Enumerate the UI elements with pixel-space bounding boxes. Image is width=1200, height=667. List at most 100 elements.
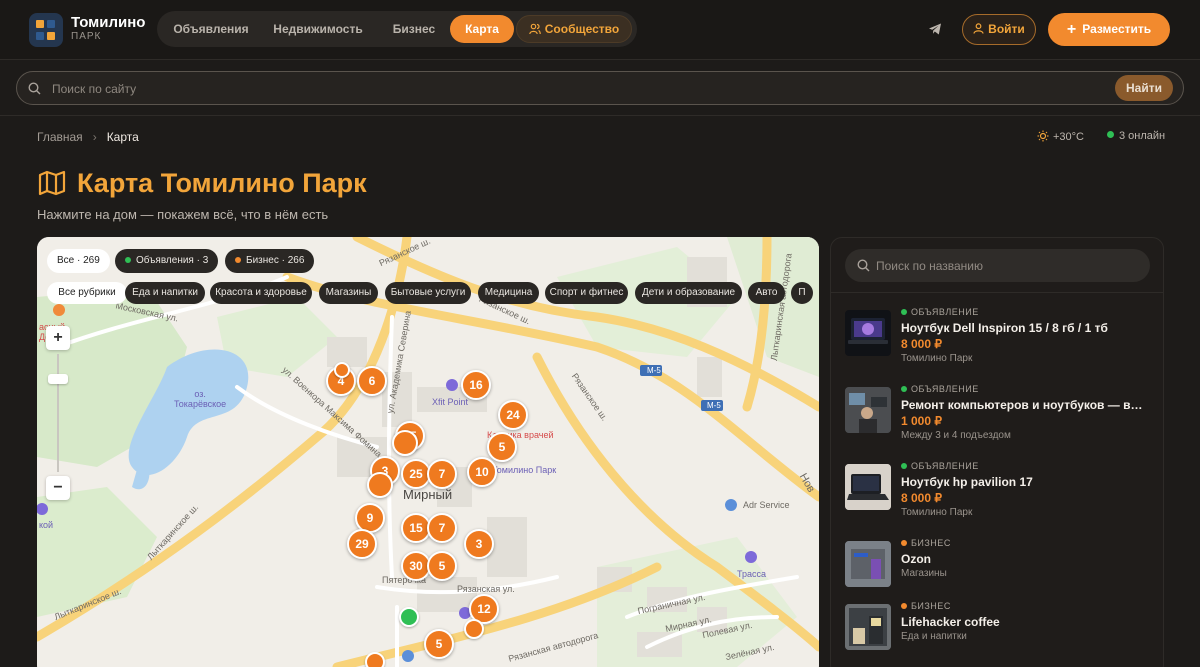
- login-button[interactable]: Войти: [962, 14, 1036, 45]
- map-cluster[interactable]: [392, 430, 418, 456]
- nav-item-map[interactable]: Карта: [450, 15, 514, 43]
- plus-icon: +: [1066, 21, 1077, 38]
- map-view[interactable]: Московская ул. оз. Токарёвское Рязанское…: [37, 237, 819, 667]
- ad-marker[interactable]: [399, 607, 419, 627]
- header: Томилино ПАРК Объявления Недвижимость Би…: [0, 0, 1200, 60]
- category-chip[interactable]: Авто: [748, 282, 785, 304]
- logo-icon[interactable]: [29, 13, 63, 47]
- item-title: Ремонт компьютеров и ноутбуков — выезд н…: [901, 398, 1151, 412]
- filter-ads[interactable]: Объявления · 3: [115, 249, 219, 273]
- business-marker[interactable]: [365, 652, 385, 667]
- brand-sub: ПАРК: [71, 31, 102, 42]
- list-item[interactable]: ОБЪЯВЛЕНИЕ Ноутбук hp pavilion 17 8 000 …: [845, 461, 1155, 531]
- brand[interactable]: Томилино ПАРК: [71, 14, 145, 43]
- map-cluster[interactable]: 5: [424, 629, 454, 659]
- item-kind-label: БИЗНЕС: [911, 538, 951, 548]
- category-chip[interactable]: П: [791, 282, 813, 304]
- item-kind: БИЗНЕС: [901, 601, 951, 611]
- zoom-slider-handle[interactable]: [48, 374, 68, 384]
- nav-item-ads[interactable]: Объявления: [167, 15, 255, 43]
- nav-item-realty[interactable]: Недвижимость: [265, 15, 371, 43]
- map-label: Adr Service: [743, 500, 790, 510]
- category-chip[interactable]: Красота и здоровье: [210, 282, 312, 304]
- list-item[interactable]: ОБЪЯВЛЕНИЕ Ноутбук Dell Inspiron 15 / 8 …: [845, 307, 1155, 377]
- item-kind: ОБЪЯВЛЕНИЕ: [901, 461, 979, 471]
- map-cluster[interactable]: 24: [498, 400, 528, 430]
- page-title: Карта Томилино Парк: [77, 168, 367, 198]
- search-button[interactable]: Найти: [1115, 75, 1173, 101]
- main-nav: Объявления Недвижимость Бизнес Карта Соо…: [157, 11, 637, 47]
- map-cluster[interactable]: 10: [467, 457, 497, 487]
- list-item[interactable]: БИЗНЕС Lifehacker coffee Еда и напитки: [845, 601, 1155, 667]
- breadcrumb-home[interactable]: Главная: [37, 130, 83, 144]
- item-location: Между 3 и 4 подъездом: [901, 430, 1011, 441]
- item-kind-label: БИЗНЕС: [911, 601, 951, 611]
- item-kind-label: ОБЪЯВЛЕНИЕ: [911, 307, 979, 317]
- item-kind: БИЗНЕС: [901, 538, 951, 548]
- map-cluster[interactable]: 6: [357, 366, 387, 396]
- zoom-track: [57, 354, 59, 472]
- online-counter: 3 онлайн: [1107, 130, 1165, 142]
- divider: [0, 115, 1200, 116]
- nav-item-business[interactable]: Бизнес: [381, 15, 447, 43]
- filter-all[interactable]: Все · 269: [47, 249, 110, 273]
- divider: [831, 292, 1163, 293]
- map-cluster[interactable]: 7: [427, 513, 457, 543]
- filter-business-label: Бизнес · 266: [246, 255, 305, 266]
- map-cluster[interactable]: 29: [347, 529, 377, 559]
- list-item[interactable]: ОБЪЯВЛЕНИЕ Ремонт компьютеров и ноутбуко…: [845, 384, 1155, 454]
- site-search[interactable]: Поиск по сайту Найти: [16, 71, 1184, 105]
- map-cluster[interactable]: 7: [427, 459, 457, 489]
- results-panel: Поиск по названию ОБЪЯВЛЕНИЕ Ноутбук Del…: [830, 237, 1164, 667]
- map-cluster[interactable]: [367, 472, 393, 498]
- name-search-input[interactable]: Поиск по названию: [876, 259, 983, 273]
- search-input[interactable]: Поиск по сайту: [52, 82, 136, 96]
- page-subtitle: Нажмите на дом — покажем всё, что в нём …: [37, 207, 329, 222]
- map-label: оз. Токарёвское: [174, 389, 227, 409]
- online-dot: [1107, 131, 1114, 138]
- name-search[interactable]: Поиск по названию: [845, 249, 1150, 282]
- ad-dot: [901, 463, 907, 469]
- item-category: Магазины: [901, 568, 947, 579]
- business-dot: [901, 540, 907, 546]
- nav-item-community[interactable]: Сообщество: [516, 15, 632, 43]
- telegram-icon[interactable]: [928, 22, 942, 36]
- map-cluster[interactable]: 5: [427, 551, 457, 581]
- nav-community-label: Сообщество: [544, 22, 620, 36]
- item-thumbnail: [845, 387, 891, 433]
- map-cluster[interactable]: 3: [464, 529, 494, 559]
- brand-name: Томилино: [71, 14, 146, 31]
- business-marker[interactable]: [464, 619, 484, 639]
- item-title: Ozon: [901, 552, 931, 566]
- category-chip[interactable]: Магазины: [319, 282, 378, 304]
- map-label: Мирный: [403, 487, 453, 502]
- post-label: Разместить: [1082, 22, 1152, 36]
- map-cluster[interactable]: 5: [487, 432, 517, 462]
- item-price: 1 000 ₽: [901, 414, 942, 428]
- item-title: Ноутбук hp pavilion 17: [901, 475, 1033, 489]
- map-label: Трасса: [737, 569, 767, 579]
- item-kind-label: ОБЪЯВЛЕНИЕ: [911, 461, 979, 471]
- post-button[interactable]: + Разместить: [1048, 13, 1170, 46]
- category-chip[interactable]: Еда и напитки: [125, 282, 205, 304]
- item-title: Lifehacker coffee: [901, 615, 1000, 629]
- ad-dot: [901, 386, 907, 392]
- category-chip[interactable]: Бытовые услуги: [385, 282, 471, 304]
- list-item[interactable]: БИЗНЕС Ozon Магазины: [845, 538, 1155, 608]
- business-dot: [901, 603, 907, 609]
- zoom-out-button[interactable]: −: [46, 476, 70, 500]
- item-kind: ОБЪЯВЛЕНИЕ: [901, 307, 979, 317]
- item-thumbnail: [845, 310, 891, 356]
- item-title: Ноутбук Dell Inspiron 15 / 8 гб / 1 тб: [901, 321, 1108, 335]
- business-marker[interactable]: [334, 362, 350, 378]
- map-cluster[interactable]: 16: [461, 370, 491, 400]
- category-chip[interactable]: Медицина: [478, 282, 539, 304]
- map-label: Томилино Парк: [492, 465, 557, 475]
- search-icon: [28, 82, 41, 95]
- zoom-in-button[interactable]: +: [46, 326, 70, 350]
- filter-business[interactable]: Бизнес · 266: [225, 249, 315, 273]
- category-chip[interactable]: Дети и образование: [635, 282, 742, 304]
- item-thumbnail: [845, 541, 891, 587]
- category-chip[interactable]: Все рубрики: [47, 282, 127, 304]
- category-chip[interactable]: Спорт и фитнес: [545, 282, 628, 304]
